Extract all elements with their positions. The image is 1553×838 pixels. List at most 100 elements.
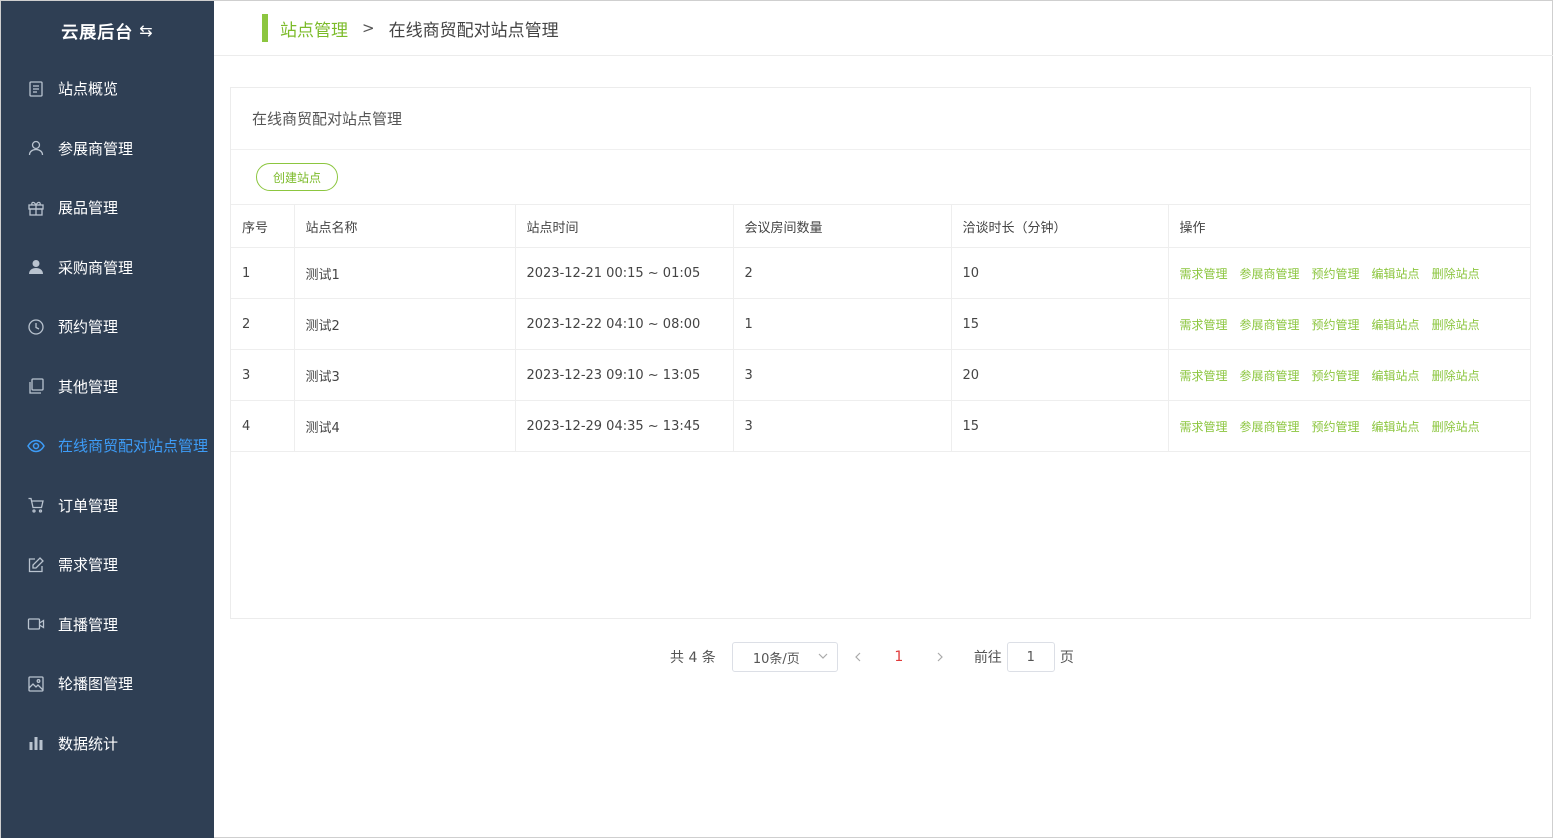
requirements-link[interactable]: 需求管理 bbox=[1180, 369, 1228, 383]
sidebar-item-label: 数据统计 bbox=[58, 734, 119, 753]
requirements-link[interactable]: 需求管理 bbox=[1180, 267, 1228, 281]
clock-icon bbox=[27, 318, 45, 336]
cell-time: 2023-12-29 04:35 ~ 13:45 bbox=[515, 400, 734, 452]
table-row: 3 测试3 2023-12-23 09:10 ~ 13:05 3 20 需求管理… bbox=[231, 349, 1530, 401]
sidebar-item-orders[interactable]: 订单管理 bbox=[1, 476, 214, 536]
sidebar-item-live[interactable]: 直播管理 bbox=[1, 595, 214, 655]
cell-duration: 15 bbox=[951, 400, 1169, 452]
column-header-rooms: 会议房间数量 bbox=[733, 204, 952, 248]
user-filled-icon bbox=[27, 258, 45, 276]
table-row: 4 测试4 2023-12-29 04:35 ~ 13:45 3 15 需求管理… bbox=[231, 400, 1530, 452]
cell-actions: 需求管理 参展商管理 预约管理 编辑站点 删除站点 bbox=[1168, 349, 1530, 401]
delete-site-link[interactable]: 删除站点 bbox=[1432, 369, 1480, 383]
sidebar-item-other[interactable]: 其他管理 bbox=[1, 357, 214, 417]
requirements-link[interactable]: 需求管理 bbox=[1180, 318, 1228, 332]
column-header-actions: 操作 bbox=[1168, 204, 1530, 248]
cell-no: 2 bbox=[231, 298, 295, 350]
eye-icon bbox=[27, 437, 45, 455]
cell-rooms: 1 bbox=[733, 298, 952, 350]
gift-icon bbox=[27, 199, 45, 217]
cell-actions: 需求管理 参展商管理 预约管理 编辑站点 删除站点 bbox=[1168, 247, 1530, 299]
sidebar-item-label: 其他管理 bbox=[58, 377, 119, 396]
cell-name: 测试4 bbox=[294, 400, 516, 452]
page-size-select[interactable]: 10条/页 bbox=[731, 642, 838, 672]
column-header-duration: 洽谈时长（分钟） bbox=[951, 204, 1169, 248]
appointments-link[interactable]: 预约管理 bbox=[1312, 369, 1360, 383]
delete-site-link[interactable]: 删除站点 bbox=[1432, 318, 1480, 332]
breadcrumb-parent-link[interactable]: 站点管理 bbox=[280, 16, 348, 41]
create-site-button[interactable]: 创建站点 bbox=[256, 163, 339, 191]
sites-card: 在线商贸配对站点管理 创建站点 序号 站点名称 站点时间 会议房间数量 洽谈时长… bbox=[230, 87, 1531, 619]
sidebar-item-label: 轮播图管理 bbox=[58, 675, 134, 694]
sidebar-item-overview[interactable]: 站点概览 bbox=[1, 59, 214, 119]
cell-rooms: 3 bbox=[733, 349, 952, 401]
sidebar-item-label: 展品管理 bbox=[58, 199, 119, 218]
sidebar-item-requirements[interactable]: 需求管理 bbox=[1, 535, 214, 595]
bar-chart-icon bbox=[27, 734, 45, 752]
cell-time: 2023-12-23 09:10 ~ 13:05 bbox=[515, 349, 734, 401]
copy-icon bbox=[27, 377, 45, 395]
goto-page-input[interactable] bbox=[1006, 642, 1055, 672]
cell-rooms: 2 bbox=[733, 247, 952, 299]
exhibitors-link[interactable]: 参展商管理 bbox=[1240, 369, 1300, 383]
total-count: 共 4 条 bbox=[670, 650, 716, 666]
edit-site-link[interactable]: 编辑站点 bbox=[1372, 420, 1420, 434]
delete-site-link[interactable]: 删除站点 bbox=[1432, 267, 1480, 281]
column-header-no: 序号 bbox=[231, 204, 295, 248]
page-number-current[interactable]: 1 bbox=[878, 649, 920, 665]
sidebar: 云展后台 ⇆ 站点概览 参展商管理 展品管理 采购商管理 预约管理 其他管理 在… bbox=[1, 1, 214, 838]
sidebar-item-label: 站点概览 bbox=[58, 80, 119, 99]
sidebar-item-buyers[interactable]: 采购商管理 bbox=[1, 238, 214, 298]
cell-time: 2023-12-21 00:15 ~ 01:05 bbox=[515, 247, 734, 299]
goto-unit: 页 bbox=[1059, 650, 1074, 666]
breadcrumb-marker bbox=[262, 14, 268, 42]
brand-title: 云展后台 bbox=[61, 22, 134, 43]
cell-rooms: 3 bbox=[733, 400, 952, 452]
edit-site-link[interactable]: 编辑站点 bbox=[1372, 369, 1420, 383]
toolbar: 创建站点 bbox=[231, 150, 1530, 204]
table-row: 1 测试1 2023-12-21 00:15 ~ 01:05 2 10 需求管理… bbox=[231, 247, 1530, 299]
breadcrumb-current: 在线商贸配对站点管理 bbox=[388, 20, 559, 41]
exhibitors-link[interactable]: 参展商管理 bbox=[1240, 420, 1300, 434]
appointments-link[interactable]: 预约管理 bbox=[1312, 267, 1360, 281]
sidebar-item-carousel[interactable]: 轮播图管理 bbox=[1, 654, 214, 714]
requirements-link[interactable]: 需求管理 bbox=[1180, 420, 1228, 434]
delete-site-link[interactable]: 删除站点 bbox=[1432, 420, 1480, 434]
sidebar-item-matchmaking-sites[interactable]: 在线商贸配对站点管理 bbox=[1, 416, 214, 476]
page-size-value: 10条/页 bbox=[752, 651, 800, 667]
breadcrumb: 站点管理 > 在线商贸配对站点管理 bbox=[214, 1, 1553, 56]
sidebar-item-label: 直播管理 bbox=[58, 615, 119, 634]
card-title: 在线商贸配对站点管理 bbox=[231, 88, 1530, 150]
sites-table: 序号 站点名称 站点时间 会议房间数量 洽谈时长（分钟） 操作 1 测试1 20… bbox=[231, 204, 1530, 452]
cell-duration: 20 bbox=[951, 349, 1169, 401]
pagination: 共 4 条 10条/页 1 前往 页 bbox=[670, 642, 1074, 672]
cell-name: 测试2 bbox=[294, 298, 516, 350]
exhibitors-link[interactable]: 参展商管理 bbox=[1240, 318, 1300, 332]
chevron-down-icon bbox=[818, 653, 828, 659]
sidebar-item-statistics[interactable]: 数据统计 bbox=[1, 714, 214, 774]
sidebar-item-exhibitors[interactable]: 参展商管理 bbox=[1, 119, 214, 179]
sidebar-item-appointments[interactable]: 预约管理 bbox=[1, 297, 214, 357]
user-icon bbox=[27, 139, 45, 157]
cell-name: 测试1 bbox=[294, 247, 516, 299]
goto-label: 前往 bbox=[973, 650, 1002, 666]
edit-site-link[interactable]: 编辑站点 bbox=[1372, 318, 1420, 332]
sidebar-item-products[interactable]: 展品管理 bbox=[1, 178, 214, 238]
exhibitors-link[interactable]: 参展商管理 bbox=[1240, 267, 1300, 281]
sidebar-item-label: 采购商管理 bbox=[58, 258, 134, 277]
sidebar-item-label: 参展商管理 bbox=[58, 139, 134, 158]
cell-duration: 10 bbox=[951, 247, 1169, 299]
prev-page-button[interactable] bbox=[838, 651, 878, 663]
brand: 云展后台 ⇆ bbox=[1, 1, 214, 59]
swap-icon[interactable]: ⇆ bbox=[139, 21, 153, 40]
sidebar-item-label: 预约管理 bbox=[58, 318, 119, 337]
cell-name: 测试3 bbox=[294, 349, 516, 401]
app-window: 云展后台 ⇆ 站点概览 参展商管理 展品管理 采购商管理 预约管理 其他管理 在… bbox=[0, 0, 1553, 838]
chevron-right-icon bbox=[937, 652, 943, 662]
edit-site-link[interactable]: 编辑站点 bbox=[1372, 267, 1420, 281]
appointments-link[interactable]: 预约管理 bbox=[1312, 420, 1360, 434]
cell-no: 4 bbox=[231, 400, 295, 452]
appointments-link[interactable]: 预约管理 bbox=[1312, 318, 1360, 332]
table-row: 2 测试2 2023-12-22 04:10 ~ 08:00 1 15 需求管理… bbox=[231, 298, 1530, 350]
next-page-button[interactable] bbox=[920, 651, 960, 663]
